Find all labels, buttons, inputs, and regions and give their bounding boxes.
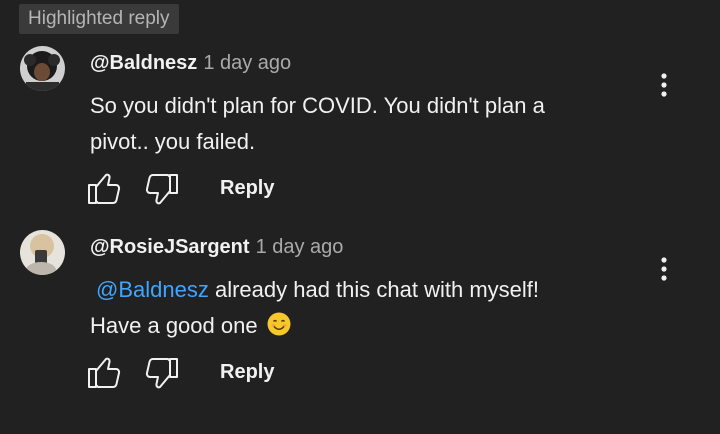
avatar[interactable] [20, 230, 65, 275]
author-name[interactable]: @Baldnesz [90, 52, 197, 74]
comment-line: pivot.. you failed. [90, 129, 256, 154]
avatar[interactable] [20, 46, 65, 91]
comment-line-text: already had this chat with myself! [208, 277, 539, 302]
more-vertical-icon[interactable] [652, 252, 676, 288]
comment-text: @Baldnesz already had this chat with mys… [90, 272, 650, 348]
smiling-face-emoji-icon [266, 311, 292, 348]
mention-link[interactable]: @Baldnesz [96, 277, 209, 302]
comment-line: @Baldnesz already had this chat with mys… [90, 272, 650, 308]
comment-actions: Reply [86, 355, 346, 395]
author-name[interactable]: @RosieJSargent [90, 236, 250, 258]
comment-text: So you didn't plan for COVID. You didn't… [90, 88, 650, 160]
comment-header: @RosieJSargent 1 day ago [90, 234, 343, 260]
timestamp[interactable]: 1 day ago [203, 52, 291, 74]
highlighted-reply-badge: Highlighted reply [19, 4, 179, 34]
more-vertical-icon[interactable] [652, 68, 676, 104]
thumbs-down-icon[interactable] [142, 171, 180, 212]
comment-line: Have a good one [90, 308, 650, 348]
thumbs-down-icon[interactable] [142, 355, 180, 396]
reply-button[interactable]: Reply [220, 177, 274, 200]
timestamp[interactable]: 1 day ago [256, 236, 344, 258]
thumbs-up-icon[interactable] [86, 355, 124, 396]
comment-line: So you didn't plan for COVID. You didn't… [90, 93, 545, 118]
comment-actions: Reply [86, 171, 346, 211]
comment-header: @Baldnesz 1 day ago [90, 50, 291, 76]
thumbs-up-icon[interactable] [86, 171, 124, 212]
reply-button[interactable]: Reply [220, 361, 274, 384]
comment-line-text: Have a good one [90, 313, 258, 338]
